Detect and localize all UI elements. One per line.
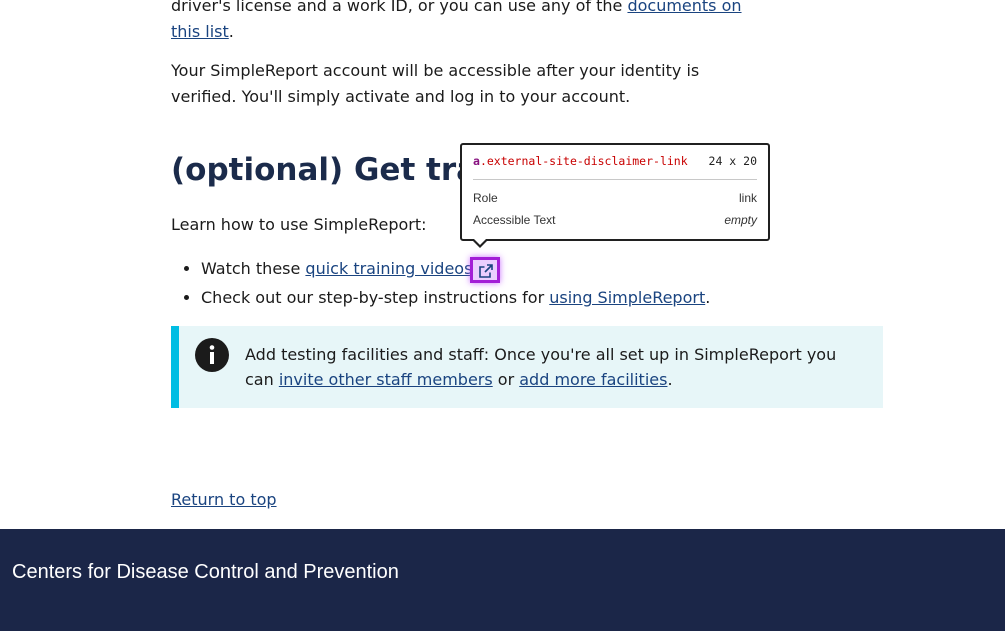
list-item: Watch these quick training videos — [201, 254, 710, 283]
info-alert: Add testing facilities and staff: Once y… — [171, 326, 883, 408]
tooltip-role-label: Role — [473, 191, 498, 205]
tooltip-divider — [473, 179, 757, 180]
alert-end: . — [667, 370, 673, 389]
tooltip-accessible-label: Accessible Text — [473, 213, 556, 227]
training-list: Watch these quick training videos Check … — [171, 254, 710, 312]
tooltip-role-value: link — [738, 191, 757, 205]
alert-text: Add testing facilities and staff: Once y… — [245, 342, 865, 392]
add-facilities-link[interactable]: add more facilities — [519, 370, 667, 389]
alert-mid: or — [492, 370, 520, 389]
tooltip-accessible-value: empty — [724, 213, 757, 227]
using-simplereport-link[interactable]: using SimpleReport — [549, 288, 705, 307]
section-heading: (optional) Get train — [171, 152, 510, 188]
tooltip-selector: a.external-site-disclaimer-link — [473, 154, 688, 168]
identity-paragraph: driver's license and a work ID, or you c… — [171, 0, 746, 45]
tooltip-size: 24 x 20 — [708, 154, 757, 168]
return-to-top-link[interactable]: Return to top — [171, 490, 277, 509]
external-link-icon[interactable] — [470, 256, 501, 283]
list-item-text: Check out our step-by-step instructions … — [201, 288, 550, 307]
devtools-inspect-tooltip: a.external-site-disclaimer-link 24 x 20 … — [460, 143, 770, 248]
site-footer: Centers for Disease Control and Preventi… — [0, 529, 1005, 631]
footer-title: Centers for Disease Control and Preventi… — [12, 561, 399, 583]
invite-staff-link[interactable]: invite other staff members — [279, 370, 493, 389]
info-icon — [195, 338, 229, 376]
tooltip-class: .external-site-disclaimer-link — [479, 154, 688, 168]
list-item-text: Watch these — [201, 259, 306, 278]
list-item-suffix: . — [705, 288, 711, 307]
paragraph-end: . — [228, 22, 234, 41]
paragraph-text: driver's license and a work ID, or you c… — [171, 0, 628, 15]
training-videos-link[interactable]: quick training videos — [305, 259, 472, 278]
tooltip-tag: a — [473, 154, 480, 168]
list-item: Check out our step-by-step instructions … — [201, 283, 710, 312]
account-paragraph: Your SimpleReport account will be access… — [171, 61, 700, 106]
